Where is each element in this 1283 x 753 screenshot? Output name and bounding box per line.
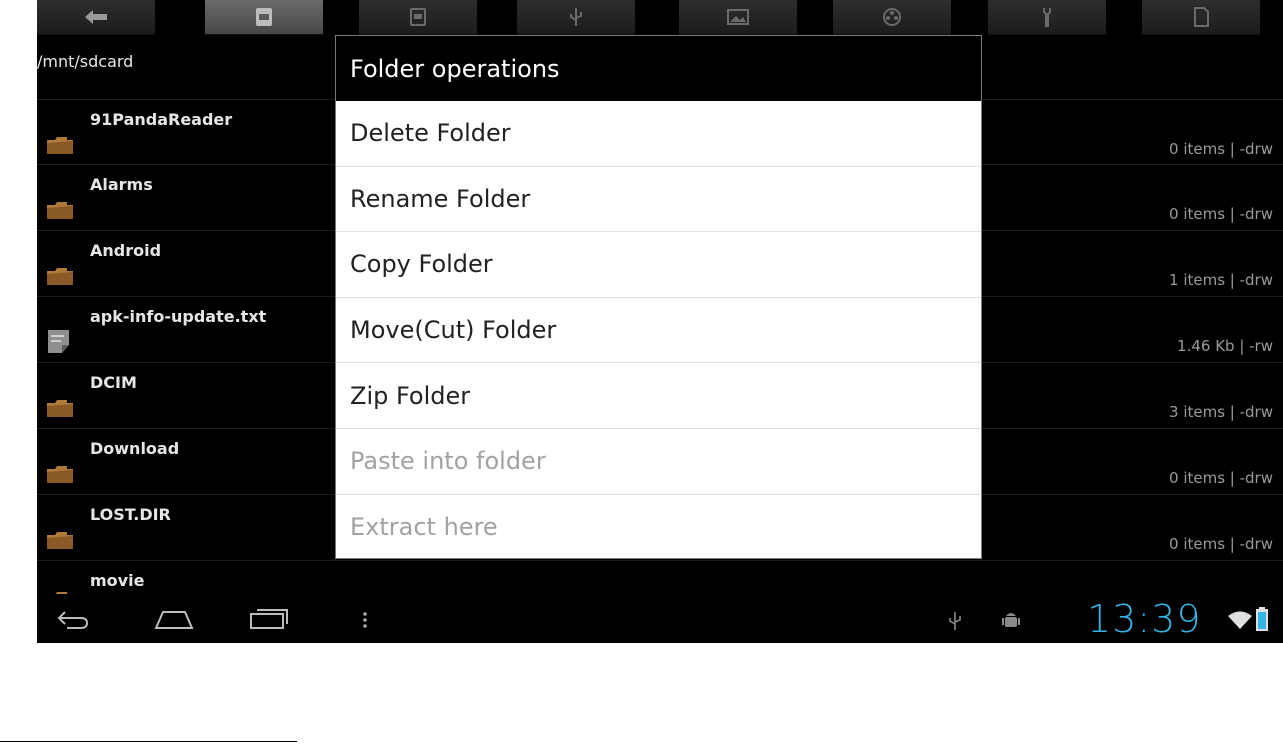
toolbar-back-button[interactable]: [37, 0, 155, 35]
dialog-title: Folder operations: [336, 36, 981, 101]
tablet-screen: /mnt/sdcard 91PandaReader 0 items | -drw…: [37, 0, 1283, 643]
current-path: /mnt/sdcard: [37, 52, 134, 71]
file-meta: 1 items | -drw: [1169, 271, 1273, 289]
toolbar-document-button[interactable]: [1142, 0, 1260, 35]
toolbar-sd-button[interactable]: [359, 0, 477, 35]
toolbar-tools-button[interactable]: [988, 0, 1106, 35]
folder-icon: [47, 400, 73, 417]
extract-here-option: Extract here: [350, 513, 498, 542]
document-icon: [1194, 7, 1209, 27]
status-clock: 13:39: [1087, 597, 1202, 641]
file-meta: 1.46 Kb | -rw: [1177, 337, 1273, 355]
folder-icon: [47, 268, 73, 285]
battery-icon: [1256, 607, 1268, 631]
file-meta: 0 items | -drw: [1169, 535, 1273, 553]
file-name: 91PandaReader: [90, 110, 233, 129]
file-row[interactable]: movie: [37, 560, 1283, 595]
wifi-icon: [1228, 611, 1252, 629]
toolbar-usb-button[interactable]: [517, 0, 635, 35]
back-arrow-icon: [85, 10, 107, 24]
picture-icon: [727, 9, 749, 25]
recent-apps-icon[interactable]: [247, 606, 291, 632]
divider-line: [0, 741, 297, 742]
file-name: DCIM: [90, 373, 137, 392]
android-debug-icon: [1002, 613, 1020, 627]
move-folder-option[interactable]: Move(Cut) Folder: [336, 298, 981, 364]
paste-into-folder-option: Paste into folder: [336, 429, 981, 495]
toolbar-video-button[interactable]: [833, 0, 951, 35]
film-reel-icon: [883, 8, 901, 26]
file-name: Alarms: [90, 175, 153, 194]
file-name: movie: [90, 571, 145, 590]
delete-folder-option[interactable]: Delete Folder: [336, 101, 981, 167]
toolbar-sdcard-button[interactable]: [205, 0, 323, 35]
file-meta: 0 items | -drw: [1169, 140, 1273, 158]
toolbar-picture-button[interactable]: [679, 0, 797, 35]
folder-icon: [47, 466, 73, 483]
folder-operations-dialog: Folder operations Delete Folder Rename F…: [335, 35, 982, 559]
folder-icon: [47, 202, 73, 219]
tools-icon: [1043, 8, 1051, 27]
system-navigation-bar: 13:39: [37, 594, 1283, 643]
text-file-icon: [48, 330, 69, 353]
sd-icon: [410, 8, 426, 26]
folder-icon: [47, 137, 73, 154]
folder-icon: [47, 532, 73, 549]
overflow-menu-icon[interactable]: [360, 610, 370, 630]
file-meta: 3 items | -drw: [1169, 403, 1273, 421]
zip-folder-option[interactable]: Zip Folder: [336, 363, 981, 429]
file-manager-toolbar: [37, 0, 1283, 36]
copy-folder-option[interactable]: Copy Folder: [336, 232, 981, 298]
usb-status-icon: [949, 612, 961, 630]
file-name: Download: [90, 439, 180, 458]
file-meta: 0 items | -drw: [1169, 205, 1273, 223]
file-name: apk-info-update.txt: [90, 307, 267, 326]
usb-icon: [570, 8, 582, 26]
file-name: LOST.DIR: [90, 505, 171, 524]
file-name: Android: [90, 241, 162, 260]
file-meta: 0 items | -drw: [1169, 469, 1273, 487]
back-nav-icon[interactable]: [55, 608, 91, 632]
rename-folder-option[interactable]: Rename Folder: [336, 167, 981, 233]
home-nav-icon[interactable]: [153, 606, 195, 632]
sdcard-icon: [256, 8, 272, 26]
